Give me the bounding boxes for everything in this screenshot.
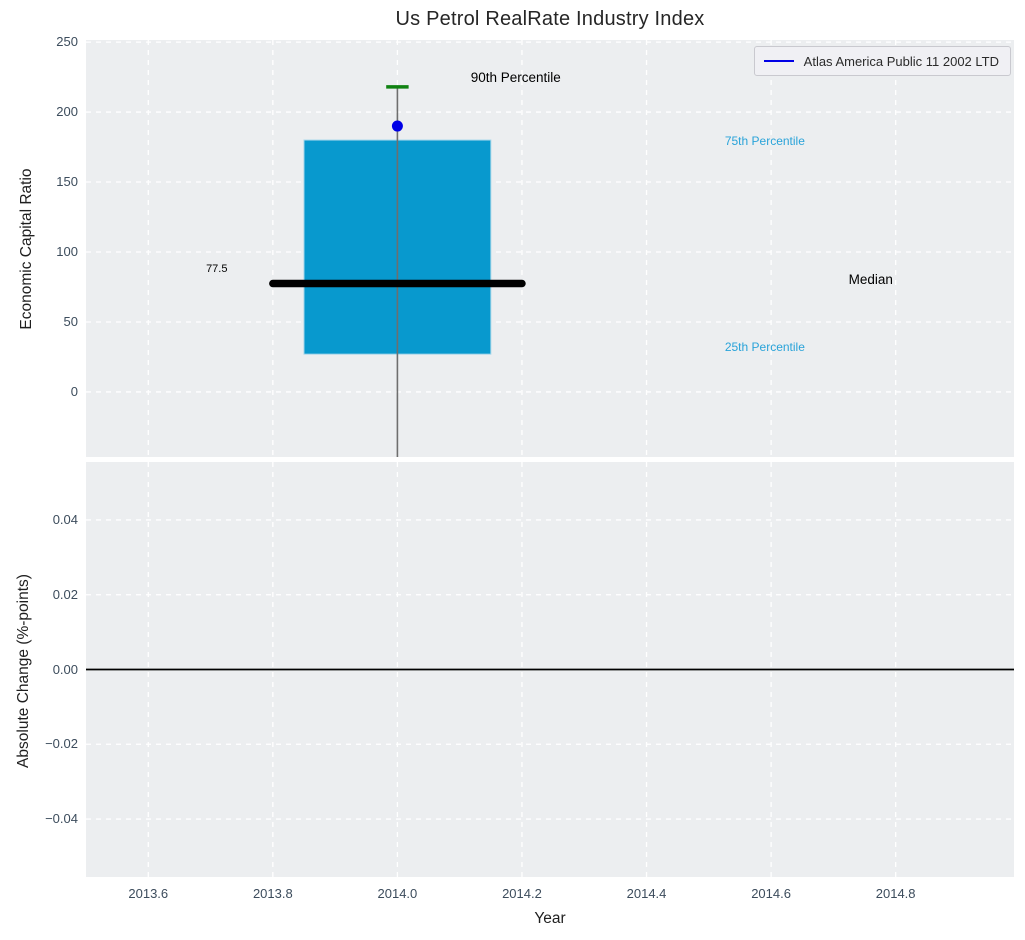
x-tick-label: 2013.6 <box>128 886 169 901</box>
x-tick-label: 2014.8 <box>875 886 916 901</box>
y-tick-label: 0.04 <box>52 511 78 527</box>
bottom-subplot-change <box>86 462 1014 877</box>
y-tick-label: 150 <box>56 174 78 190</box>
y-tick-label: 0.00 <box>52 661 78 677</box>
y-tick-label: 0.02 <box>52 586 78 602</box>
annotation-median-label: Median <box>848 271 893 287</box>
x-tick-label: 2014.6 <box>751 886 791 901</box>
y-tick-label: 0 <box>70 383 78 399</box>
x-tick-label: 2014.4 <box>626 886 667 901</box>
annotation-p25-label: 25th Percentile <box>724 339 805 354</box>
y-tick-label: 200 <box>56 104 78 120</box>
legend: Atlas America Public 11 2002 LTD <box>753 46 1011 76</box>
chart-figure: Us Petrol RealRate Industry Index Econom… <box>0 0 1025 940</box>
x-tick-label: 2014.0 <box>377 886 418 901</box>
x-axis-label: Year <box>534 910 566 927</box>
y-tick-label: 50 <box>63 313 78 329</box>
x-tick-label: 2014.2 <box>502 886 542 901</box>
annotation-p90-label: 90th Percentile <box>470 70 561 86</box>
annotation-median-value: 77.5 <box>206 263 228 276</box>
y-tick-label: −0.04 <box>45 811 78 827</box>
y-tick-label: 100 <box>56 243 78 259</box>
legend-line-swatch <box>763 60 794 62</box>
legend-label: Atlas America Public 11 2002 LTD <box>803 53 999 69</box>
annotation-p75-label: 75th Percentile <box>724 134 805 148</box>
x-tick-label: 2013.8 <box>252 886 293 901</box>
y-tick-label: −0.02 <box>45 736 78 752</box>
company-data-point <box>391 120 403 132</box>
chart-title: Us Petrol RealRate Industry Index <box>395 8 705 30</box>
top-subplot-boxplot <box>86 40 1014 457</box>
y-tick-label: 250 <box>56 34 78 50</box>
